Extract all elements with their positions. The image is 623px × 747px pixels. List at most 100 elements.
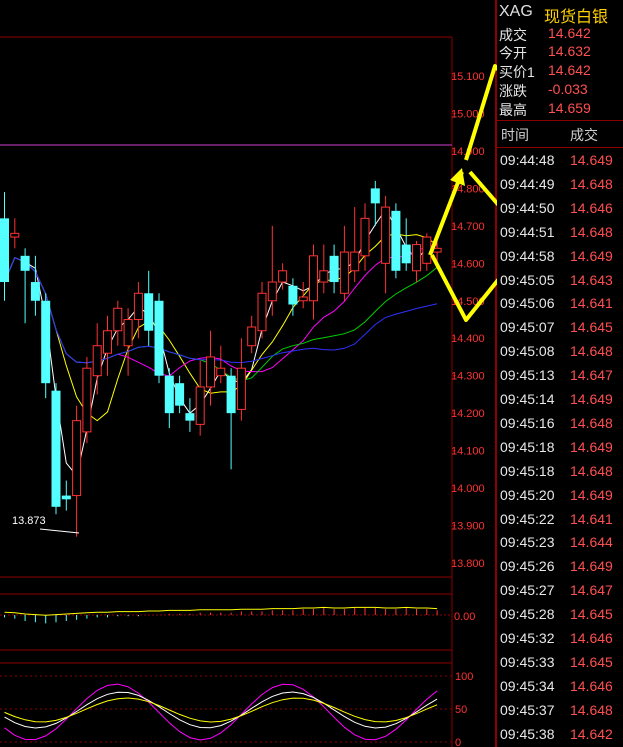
candle — [185, 398, 195, 432]
tick-row: 09:45:38 14.642 — [497, 722, 623, 746]
candle — [154, 293, 164, 384]
tick-price: 14.645 — [570, 606, 613, 623]
tick-row: 09:44:51 14.648 — [497, 220, 623, 244]
candle — [360, 203, 370, 271]
candle — [20, 248, 30, 324]
tick-row: 09:45:34 14.646 — [497, 674, 623, 698]
quote-row-last: 成交 14.642 — [497, 25, 623, 43]
tick-price: 14.649 — [570, 438, 613, 455]
tick-time: 09:45:33 — [500, 653, 555, 670]
low-marker: 13.873 — [12, 515, 80, 534]
candle — [298, 282, 308, 309]
symbol-code: XAG — [499, 3, 533, 20]
tick-time: 09:45:13 — [500, 367, 555, 384]
tick-time: 09:44:58 — [500, 247, 555, 264]
kdj-k-line — [4, 691, 438, 729]
quote-row-bid: 买价1 14.642 — [497, 62, 623, 80]
quote-panel: XAG 现货白银 成交 14.642 今开 14.632 买价1 14.642 … — [497, 0, 623, 747]
quote-header: XAG 现货白银 — [497, 0, 623, 26]
candle — [206, 330, 215, 406]
candle — [133, 282, 143, 339]
tick-row: 09:45:13 14.647 — [497, 363, 623, 387]
tick-time: 09:44:50 — [500, 199, 555, 216]
price-tick-label: 13.800 — [451, 558, 485, 570]
chart-frame — [0, 0, 497, 747]
tick-row: 09:45:32 14.646 — [497, 626, 623, 650]
tick-price: 14.643 — [570, 271, 613, 288]
tick-time: 09:45:27 — [500, 582, 555, 599]
candle — [309, 244, 318, 320]
tick-row: 09:45:18 14.648 — [497, 459, 623, 483]
tick-time: 09:45:14 — [500, 391, 555, 407]
tick-time: 09:45:23 — [500, 534, 555, 551]
tick-row: 09:45:28 14.645 — [497, 602, 623, 626]
candle — [195, 360, 205, 436]
quote-label: 涨跌 — [499, 83, 527, 99]
tick-row: 09:44:50 14.646 — [497, 196, 623, 220]
tick-price: 14.648 — [570, 223, 613, 240]
tick-time: 09:45:38 — [500, 725, 555, 742]
tick-row: 09:45:08 14.648 — [497, 339, 623, 363]
tick-time: 09:44:48 — [500, 152, 555, 168]
candle — [216, 345, 226, 384]
candle — [51, 383, 61, 515]
tick-time: 09:45:08 — [500, 343, 555, 360]
tick-price: 14.649 — [570, 247, 613, 264]
price-tick-label: 14.100 — [451, 446, 485, 458]
ticks-header-time: 时间 — [501, 127, 529, 143]
tick-price: 14.646 — [570, 199, 613, 216]
candle — [319, 244, 329, 294]
candle — [236, 338, 246, 421]
tick-row: 09:45:18 14.649 — [497, 435, 623, 459]
tick-price: 14.647 — [570, 367, 613, 384]
candle — [339, 225, 349, 301]
low-price-label: 13.873 — [12, 515, 46, 527]
quote-row-high: 最高 14.659 — [497, 100, 623, 118]
quote-row-open: 今开 14.632 — [497, 43, 623, 61]
price-tick-label: 15.100 — [451, 71, 485, 83]
annotation-arrows — [428, 64, 497, 322]
tick-row: 09:45:22 14.641 — [497, 507, 623, 531]
macd-panel: 0.00 — [0, 606, 475, 624]
tick-price: 14.641 — [570, 295, 613, 312]
tick-time: 09:44:49 — [500, 175, 555, 192]
tick-time: 09:45:32 — [500, 630, 555, 646]
tick-time: 09:45:18 — [500, 438, 555, 455]
tick-price: 14.649 — [570, 558, 613, 575]
candlestick-chart: 15.10015.00014.90014.80014.70014.60014.5… — [0, 0, 497, 747]
quote-label: 今开 — [499, 45, 527, 61]
tick-row: 09:44:58 14.649 — [497, 244, 623, 268]
candle — [288, 278, 298, 316]
arrow-up-right-1 — [428, 171, 464, 256]
tick-price: 14.649 — [570, 152, 613, 168]
tick-row: 09:45:07 14.645 — [497, 315, 623, 339]
tick-time: 09:45:37 — [500, 701, 555, 718]
tick-row: 09:45:33 14.645 — [497, 650, 623, 674]
tick-time: 09:45:16 — [500, 414, 555, 431]
candle — [0, 192, 9, 301]
quote-row-change: 涨跌 -0.033 — [497, 81, 623, 99]
candle — [267, 225, 277, 316]
tick-price: 14.642 — [570, 725, 613, 742]
ticks-header-price: 成交 — [570, 127, 598, 143]
candle — [82, 356, 92, 444]
candle — [164, 368, 174, 429]
candle — [113, 300, 123, 346]
quote-value: 14.659 — [548, 100, 591, 116]
candle — [92, 323, 102, 395]
candle — [412, 240, 421, 283]
quote-label: 买价1 — [499, 64, 535, 80]
quote-label: 成交 — [499, 27, 527, 43]
tick-price: 14.646 — [570, 677, 613, 694]
candle — [144, 270, 154, 346]
candle — [381, 195, 391, 294]
price-tick-label: 14.600 — [451, 258, 485, 270]
candle — [391, 203, 401, 279]
tick-row: 09:45:37 14.648 — [497, 698, 623, 722]
candle — [10, 218, 20, 249]
candle — [41, 293, 51, 399]
candle — [123, 308, 133, 376]
price-tick-label: 14.400 — [451, 333, 485, 345]
symbol-name: 现货白银 — [544, 9, 609, 26]
kdj-axis-label: 50 — [455, 704, 467, 716]
